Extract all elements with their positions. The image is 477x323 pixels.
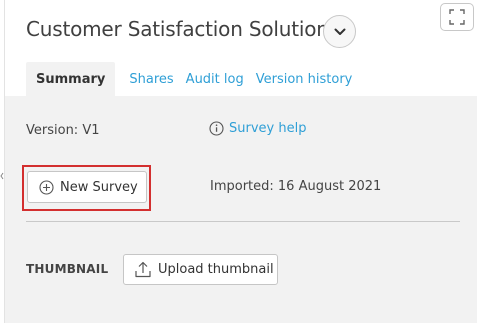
panel-header: Customer Satisfaction Solution Summary S… <box>5 0 477 96</box>
divider <box>26 221 460 222</box>
survey-help-label: Survey help <box>229 121 307 136</box>
tab-bar: Summary Shares Audit log Version history <box>26 62 361 96</box>
expand-icon <box>449 9 465 25</box>
expand-button[interactable] <box>440 3 474 31</box>
options-dropdown-button[interactable] <box>323 15 356 48</box>
details-panel: Customer Satisfaction Solution Summary S… <box>4 0 477 323</box>
tab-shares[interactable]: Shares <box>126 62 176 96</box>
upload-thumbnail-button[interactable]: Upload thumbnail <box>123 254 278 285</box>
new-survey-button[interactable]: New Survey <box>27 171 147 203</box>
thumbnail-heading: THUMBNAIL <box>26 262 109 276</box>
info-icon <box>209 121 224 136</box>
page-title: Customer Satisfaction Solution <box>26 17 329 41</box>
version-label: Version: V1 <box>26 123 100 138</box>
plus-circle-icon <box>39 179 54 195</box>
tab-summary[interactable]: Summary <box>26 62 116 96</box>
new-survey-label: New Survey <box>60 179 138 195</box>
survey-help-link[interactable]: Survey help <box>209 121 306 136</box>
upload-thumbnail-label: Upload thumbnail <box>158 262 274 277</box>
upload-icon <box>134 261 152 278</box>
chevron-down-icon <box>334 28 346 36</box>
tab-version-history[interactable]: Version history <box>253 62 356 96</box>
tab-audit-log[interactable]: Audit log <box>183 62 247 96</box>
imported-date: Imported: 16 August 2021 <box>210 179 382 194</box>
summary-content: Version: V1 Survey help New Survey Impor… <box>5 96 477 323</box>
